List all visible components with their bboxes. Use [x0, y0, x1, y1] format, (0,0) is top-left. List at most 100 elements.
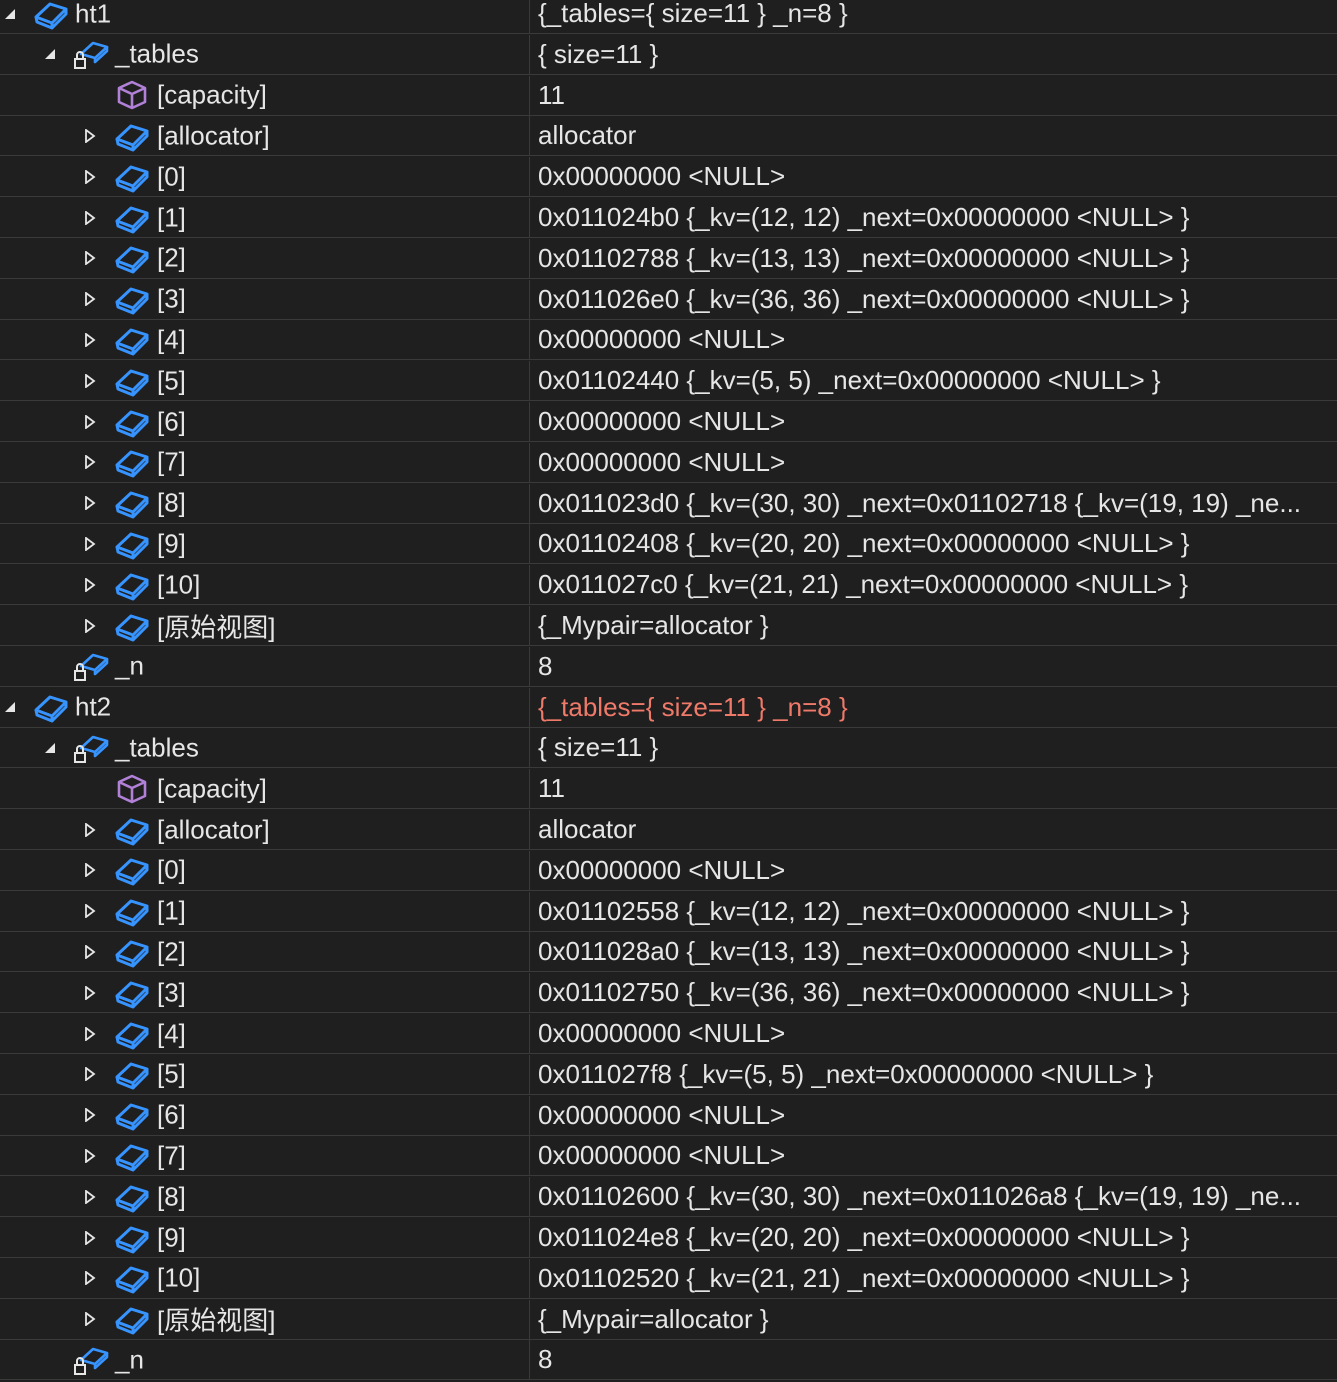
variable-value[interactable]: 0x01102600 {_kv=(30, 30) _next=0x011026a… [530, 1177, 1337, 1216]
collapse-caret-icon[interactable] [3, 700, 17, 714]
variable-value[interactable]: {_tables={ size=11 } _n=8 } [530, 0, 1337, 33]
watch-row[interactable]: [4] 0x00000000 <NULL> [0, 1014, 1337, 1054]
expand-caret-icon[interactable] [83, 251, 97, 266]
watch-row[interactable]: ht2 {_tables={ size=11 } _n=8 } [0, 687, 1337, 728]
expand-caret-icon[interactable] [83, 292, 97, 307]
expand-caret-icon[interactable] [83, 210, 97, 225]
variable-value[interactable]: 0x011027f8 {_kv=(5, 5) _next=0x00000000 … [530, 1055, 1337, 1094]
watch-row[interactable]: [capacity] 11 [0, 75, 1337, 116]
watch-row[interactable]: [7] 0x00000000 <NULL> [0, 1136, 1337, 1177]
private-field-lock-icon [73, 1343, 109, 1377]
variable-value[interactable]: {_tables={ size=11 } _n=8 } [530, 688, 1337, 727]
watch-row[interactable]: [capacity] 11 [0, 769, 1337, 810]
collapse-caret-icon[interactable] [43, 741, 57, 755]
variable-value[interactable]: 0x011023d0 {_kv=(30, 30) _next=0x0110271… [530, 484, 1337, 523]
variable-value[interactable]: 0x00000000 <NULL> [530, 1136, 1337, 1175]
watch-row[interactable]: [0] 0x00000000 <NULL> [0, 157, 1337, 198]
watch-row[interactable]: [1] 0x011024b0 {_kv=(12, 12) _next=0x0000… [0, 198, 1337, 238]
watch-row[interactable]: [7] 0x00000000 <NULL> [0, 442, 1337, 483]
expand-caret-icon[interactable] [83, 1108, 97, 1123]
collapse-caret-icon[interactable] [3, 7, 17, 21]
watch-row[interactable]: [1] 0x01102558 {_kv=(12, 12) _next=0x0000… [0, 891, 1337, 932]
expand-caret-icon[interactable] [83, 1271, 97, 1286]
variable-value[interactable]: 0x00000000 <NULL> [530, 402, 1337, 441]
expand-caret-icon[interactable] [83, 414, 97, 429]
watch-row[interactable]: [3] 0x01102750 {_kv=(36, 36) _next=0x0000… [0, 973, 1337, 1014]
name-cell: [5] [0, 1054, 530, 1094]
variable-value[interactable]: 0x01102750 {_kv=(36, 36) _next=0x0000000… [530, 973, 1337, 1012]
watch-row[interactable]: [9] 0x011024e8 {_kv=(20, 20) _next=0x0000… [0, 1218, 1337, 1258]
watch-row[interactable]: [3] 0x011026e0 {_kv=(36, 36) _next=0x0000… [0, 279, 1337, 320]
watch-row[interactable]: [4] 0x00000000 <NULL> [0, 320, 1337, 361]
watch-row[interactable]: [2] 0x01102788 {_kv=(13, 13) _next=0x0000… [0, 238, 1337, 279]
variable-value[interactable]: 11 [530, 76, 1337, 115]
watch-row[interactable]: [9] 0x01102408 {_kv=(20, 20) _next=0x0000… [0, 524, 1337, 565]
variable-value[interactable]: allocator [530, 810, 1337, 849]
expand-caret-icon[interactable] [83, 863, 97, 878]
expand-caret-icon[interactable] [83, 1230, 97, 1245]
expand-caret-icon[interactable] [83, 1026, 97, 1041]
variable-value[interactable]: {_Mypair=allocator } [530, 1300, 1337, 1339]
watch-row[interactable]: [10] 0x01102520 {_kv=(21, 21) _next=0x000… [0, 1258, 1337, 1299]
watch-row[interactable]: _tables { size=11 } [0, 728, 1337, 769]
watch-row[interactable]: _n 8 [0, 1340, 1337, 1381]
expand-caret-icon[interactable] [83, 455, 97, 470]
watch-row[interactable]: [5] 0x01102440 {_kv=(5, 5) _next=0x000000… [0, 361, 1337, 402]
watch-row[interactable]: ht1 {_tables={ size=11 } _n=8 } [0, 0, 1337, 34]
expand-caret-icon[interactable] [83, 1148, 97, 1163]
expand-caret-icon[interactable] [83, 373, 97, 388]
collapse-caret-icon[interactable] [43, 47, 57, 61]
variable-value[interactable]: 0x00000000 <NULL> [530, 1014, 1337, 1053]
variable-value[interactable]: 0x01102520 {_kv=(21, 21) _next=0x0000000… [530, 1259, 1337, 1298]
expand-caret-icon[interactable] [83, 985, 97, 1000]
variable-value[interactable]: 0x01102440 {_kv=(5, 5) _next=0x00000000 … [530, 361, 1337, 400]
watch-row[interactable]: [2] 0x011028a0 {_kv=(13, 13) _next=0x0000… [0, 932, 1337, 973]
variable-value[interactable]: 0x00000000 <NULL> [530, 157, 1337, 196]
watch-row[interactable]: [8] 0x01102600 {_kv=(30, 30) _next=0x0110… [0, 1177, 1337, 1218]
variable-value[interactable]: {_Mypair=allocator } [530, 606, 1337, 645]
expand-caret-icon[interactable] [83, 944, 97, 959]
variable-value[interactable]: 8 [530, 647, 1337, 686]
watch-row[interactable]: [5] 0x011027f8 {_kv=(5, 5) _next=0x000000… [0, 1054, 1337, 1095]
expand-caret-icon[interactable] [83, 536, 97, 551]
watch-row[interactable]: [allocator] allocator [0, 116, 1337, 157]
variable-value[interactable]: { size=11 } [530, 728, 1337, 767]
expand-caret-icon[interactable] [83, 332, 97, 347]
object-icon [114, 201, 150, 235]
variable-value[interactable]: { size=11 } [530, 35, 1337, 74]
expand-caret-icon[interactable] [83, 1312, 97, 1327]
expand-caret-icon[interactable] [83, 618, 97, 633]
variable-value[interactable]: 0x011026e0 {_kv=(36, 36) _next=0x0000000… [530, 280, 1337, 319]
watch-row[interactable]: [原始视图] {_Mypair=allocator } [0, 1299, 1337, 1340]
variable-value[interactable]: 0x00000000 <NULL> [530, 443, 1337, 482]
variable-value[interactable]: 0x011027c0 {_kv=(21, 21) _next=0x0000000… [530, 565, 1337, 604]
variable-value[interactable]: 0x00000000 <NULL> [530, 1096, 1337, 1135]
expand-caret-icon[interactable] [83, 128, 97, 143]
variable-value[interactable]: 0x01102558 {_kv=(12, 12) _next=0x0000000… [530, 892, 1337, 931]
expand-caret-icon[interactable] [83, 577, 97, 592]
variable-value[interactable]: 0x011024b0 {_kv=(12, 12) _next=0x0000000… [530, 198, 1337, 237]
watch-row[interactable]: [8] 0x011023d0 {_kv=(30, 30) _next=0x0110… [0, 483, 1337, 524]
watch-row[interactable]: [allocator] allocator [0, 810, 1337, 850]
variable-value[interactable]: allocator [530, 116, 1337, 155]
expand-caret-icon[interactable] [83, 904, 97, 919]
watch-row[interactable]: [0] 0x00000000 <NULL> [0, 850, 1337, 891]
variable-value[interactable]: 0x00000000 <NULL> [530, 320, 1337, 359]
variable-value[interactable]: 11 [530, 769, 1337, 808]
variable-value[interactable]: 0x00000000 <NULL> [530, 851, 1337, 890]
watch-row[interactable]: [原始视图] {_Mypair=allocator } [0, 606, 1337, 646]
variable-value[interactable]: 0x011028a0 {_kv=(13, 13) _next=0x0000000… [530, 932, 1337, 971]
expand-caret-icon[interactable] [83, 496, 97, 511]
variable-value[interactable]: 0x011024e8 {_kv=(20, 20) _next=0x0000000… [530, 1218, 1337, 1257]
watch-row[interactable]: _n 8 [0, 646, 1337, 687]
variable-value[interactable]: 0x01102408 {_kv=(20, 20) _next=0x0000000… [530, 524, 1337, 563]
expand-caret-icon[interactable] [83, 169, 97, 184]
expand-caret-icon[interactable] [83, 1189, 97, 1204]
expand-caret-icon[interactable] [83, 822, 97, 837]
watch-row[interactable]: [6] 0x00000000 <NULL> [0, 402, 1337, 442]
watch-row[interactable]: _tables { size=11 } [0, 34, 1337, 75]
expand-caret-icon[interactable] [83, 1067, 97, 1082]
watch-row[interactable]: [10] 0x011027c0 {_kv=(21, 21) _next=0x000… [0, 565, 1337, 606]
watch-row[interactable]: [6] 0x00000000 <NULL> [0, 1095, 1337, 1136]
variable-value[interactable]: 0x01102788 {_kv=(13, 13) _next=0x0000000… [530, 239, 1337, 278]
